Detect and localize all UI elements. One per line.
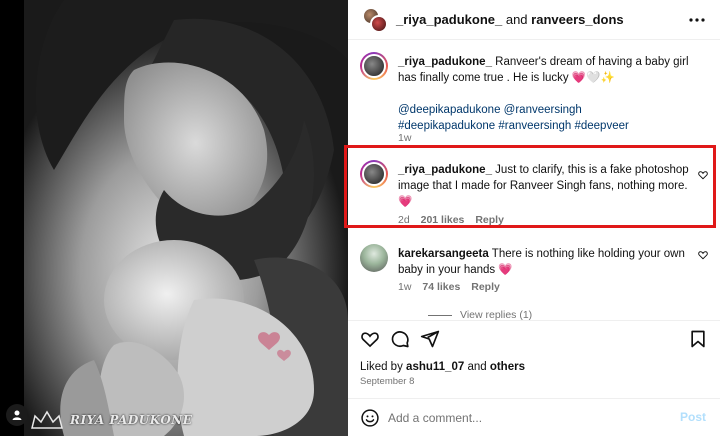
comment-username[interactable]: karekarsangeeta [398, 248, 489, 260]
liked-by-prefix: Liked by [360, 361, 403, 373]
caption-text: _riya_padukone_ Ranveer's dream of havin… [398, 54, 696, 134]
highlight-box [344, 145, 716, 228]
emoji-icon[interactable] [360, 408, 380, 428]
collab-avatars[interactable] [362, 7, 388, 33]
tagged-user-icon[interactable] [6, 404, 28, 426]
post-date[interactable]: September 8 [360, 376, 414, 387]
share-send-icon[interactable] [420, 329, 440, 349]
watermark-text: RIYA PADUKONE [70, 413, 193, 427]
comment-likes[interactable]: 74 likes [422, 281, 460, 293]
more-options-icon[interactable] [688, 13, 706, 27]
comment-input[interactable] [388, 408, 658, 428]
author-link[interactable]: _riya_padukone_ [396, 12, 502, 27]
author-conjunction: and [505, 12, 528, 27]
watermark: RIYA PADUKONE [30, 410, 192, 430]
post-header: _riya_padukone_ and ranveers_dons [348, 0, 720, 40]
left-border [0, 0, 24, 436]
comment-meta: 1w 74 likes Reply [398, 281, 508, 293]
liked-by-middle: and [467, 361, 487, 373]
reply-button[interactable]: Reply [471, 281, 500, 293]
comment-bubble-icon[interactable] [390, 329, 410, 349]
comment-username[interactable]: _riya_padukone_ [398, 56, 492, 68]
avatar[interactable] [360, 52, 388, 80]
liked-by-others[interactable]: others [490, 361, 525, 373]
photo-illustration [24, 0, 348, 436]
post-panel: _riya_padukone_ and ranveers_dons _riya_… [344, 0, 720, 436]
comment-time: 1w [398, 132, 412, 144]
liked-by-user[interactable]: ashu11_07 [406, 361, 464, 373]
author-link[interactable]: ranveers_dons [531, 12, 624, 27]
comment-text: karekarsangeeta There is nothing like ho… [398, 246, 696, 278]
avatar [370, 15, 388, 33]
post-button[interactable]: Post [680, 410, 706, 424]
replies-divider [428, 314, 452, 316]
like-heart-icon[interactable] [360, 329, 380, 349]
liked-by: Liked by ashu11_07 and others [360, 361, 525, 373]
comment-time: 1w [398, 281, 412, 293]
post-image[interactable] [24, 0, 348, 436]
action-bar [348, 320, 720, 354]
avatar[interactable] [360, 244, 388, 272]
comment-meta: 1w [398, 132, 419, 144]
mentions[interactable]: @deepikapadukone @ranveersingh [398, 102, 696, 118]
post-authors: _riya_padukone_ and ranveers_dons [396, 12, 624, 27]
crown-logo-icon [31, 410, 63, 429]
add-comment-bar: Post [348, 398, 720, 436]
like-comment-icon[interactable] [698, 250, 708, 260]
bookmark-save-icon[interactable] [688, 329, 708, 349]
hashtags[interactable]: #deepikapadukone #ranveersingh #deepveer [398, 118, 696, 134]
